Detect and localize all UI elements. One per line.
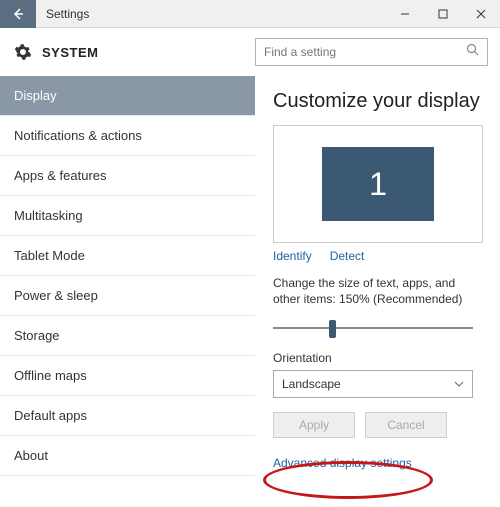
sidebar-item-tablet[interactable]: Tablet Mode — [0, 236, 255, 276]
sidebar-item-apps[interactable]: Apps & features — [0, 156, 255, 196]
apply-button: Apply — [273, 412, 355, 438]
close-button[interactable] — [462, 0, 500, 28]
search-input[interactable] — [264, 45, 466, 59]
page-title: Customize your display — [273, 90, 484, 113]
sidebar-item-label: Power & sleep — [14, 288, 98, 303]
sidebar-item-storage[interactable]: Storage — [0, 316, 255, 356]
button-row: Apply Cancel — [273, 412, 484, 438]
orientation-combo[interactable]: Landscape — [273, 370, 473, 398]
sidebar-item-label: Apps & features — [14, 168, 107, 183]
arrow-left-icon — [11, 7, 25, 21]
scale-slider[interactable] — [273, 317, 473, 339]
sidebar: Display Notifications & actions Apps & f… — [0, 76, 255, 507]
maximize-button[interactable] — [424, 0, 462, 28]
sidebar-item-power[interactable]: Power & sleep — [0, 276, 255, 316]
sidebar-item-multitasking[interactable]: Multitasking — [0, 196, 255, 236]
sidebar-item-display[interactable]: Display — [0, 76, 255, 116]
content: Display Notifications & actions Apps & f… — [0, 76, 500, 507]
chevron-down-icon — [454, 381, 464, 387]
main-panel: Customize your display 1 Identify Detect… — [255, 76, 500, 507]
display-actions: Identify Detect — [273, 249, 484, 263]
slider-thumb[interactable] — [329, 320, 336, 338]
system-heading: SYSTEM — [42, 45, 98, 60]
header-right — [255, 38, 500, 66]
header-left: SYSTEM — [0, 43, 255, 61]
sidebar-item-notifications[interactable]: Notifications & actions — [0, 116, 255, 156]
display-arrangement[interactable]: 1 — [273, 125, 483, 243]
identify-link[interactable]: Identify — [273, 249, 312, 263]
close-icon — [476, 9, 486, 19]
sidebar-item-default-apps[interactable]: Default apps — [0, 396, 255, 436]
maximize-icon — [438, 9, 448, 19]
monitor-number: 1 — [369, 166, 387, 203]
back-button[interactable] — [0, 0, 36, 28]
sidebar-item-label: Multitasking — [14, 208, 83, 223]
sidebar-item-label: Storage — [14, 328, 60, 343]
sidebar-item-label: Offline maps — [14, 368, 87, 383]
monitor-tile-1[interactable]: 1 — [322, 147, 434, 221]
sidebar-item-label: Notifications & actions — [14, 128, 142, 143]
search-box[interactable] — [255, 38, 488, 66]
search-icon — [466, 43, 479, 61]
detect-link[interactable]: Detect — [330, 249, 365, 263]
sidebar-item-offline-maps[interactable]: Offline maps — [0, 356, 255, 396]
cancel-label: Cancel — [387, 418, 424, 432]
apply-label: Apply — [299, 418, 329, 432]
sidebar-item-label: Display — [14, 88, 57, 103]
sidebar-item-label: Tablet Mode — [14, 248, 85, 263]
sidebar-item-label: About — [14, 448, 48, 463]
scale-label: Change the size of text, apps, and other… — [273, 275, 484, 307]
header: SYSTEM — [0, 28, 500, 76]
cancel-button: Cancel — [365, 412, 447, 438]
orientation-value: Landscape — [282, 377, 341, 391]
slider-track — [273, 327, 473, 329]
sidebar-item-label: Default apps — [14, 408, 87, 423]
orientation-label: Orientation — [273, 351, 484, 365]
minimize-icon — [400, 9, 410, 19]
gear-icon — [14, 43, 32, 61]
minimize-button[interactable] — [386, 0, 424, 28]
advanced-display-link[interactable]: Advanced display settings — [273, 456, 412, 470]
titlebar: Settings — [0, 0, 500, 28]
window-title: Settings — [36, 7, 386, 21]
sidebar-item-about[interactable]: About — [0, 436, 255, 476]
